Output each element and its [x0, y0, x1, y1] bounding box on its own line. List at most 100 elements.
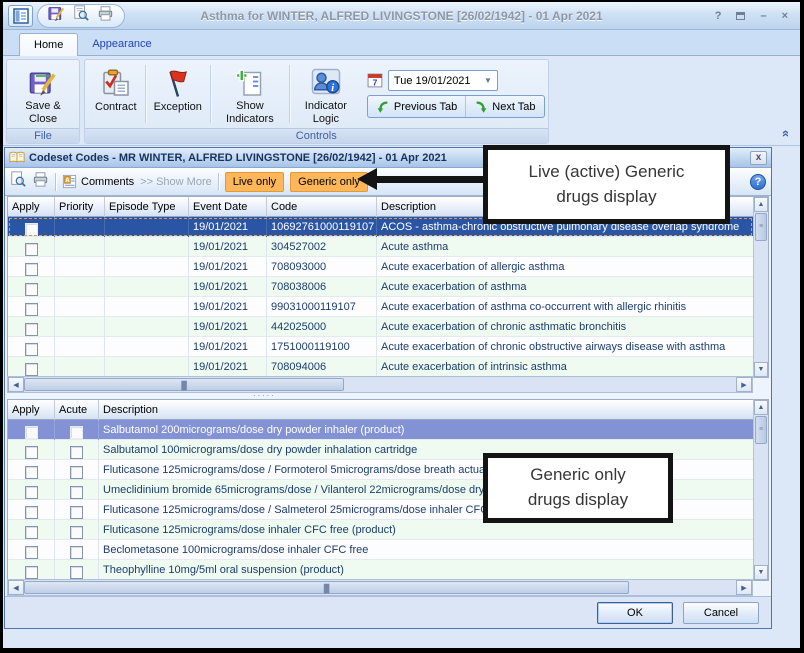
annotation-arrow-head [357, 168, 377, 190]
exception-button[interactable]: Exception [147, 62, 209, 126]
table-row[interactable]: Fluticasone 125micrograms/dose inhaler C… [8, 520, 753, 540]
comments-button[interactable]: A Comments [62, 174, 134, 189]
close-button[interactable]: × [782, 10, 788, 22]
apply-checkbox[interactable] [25, 243, 38, 256]
acute-checkbox[interactable] [70, 546, 83, 559]
table-row[interactable]: Theophylline 10mg/5ml oral suspension (p… [8, 560, 753, 580]
contract-button[interactable]: Contract [88, 62, 144, 126]
ribbon-group-controls: Contract Exception [84, 59, 549, 144]
print-preview-icon [10, 171, 26, 187]
apply-checkbox[interactable] [25, 283, 38, 296]
scroll-down-icon[interactable]: ▼ [754, 362, 768, 377]
column-header[interactable]: Description [99, 400, 753, 420]
scrollbar-thumb[interactable]: ▐▌ [24, 581, 629, 594]
indicator-logic-button[interactable]: i Indicator Logic [291, 62, 361, 126]
scrollbar-track[interactable] [754, 242, 768, 362]
drugs-horizontal-scrollbar[interactable]: ◀ ▐▌ ▶ [7, 579, 753, 596]
codes-vertical-scrollbar[interactable]: ▲ ≡ ▼ [753, 196, 769, 378]
apply-cell [8, 317, 55, 337]
minimize-button[interactable]: – [760, 10, 766, 22]
scroll-up-icon[interactable]: ▲ [754, 400, 768, 415]
acute-checkbox[interactable] [70, 466, 83, 479]
chevron-down-icon: ▼ [484, 76, 492, 85]
scroll-left-icon[interactable]: ◀ [8, 580, 24, 595]
restore-button[interactable] [736, 12, 745, 20]
table-row[interactable]: 19/01/2021304527002Acute asthma [8, 237, 753, 257]
table-row[interactable]: 19/01/2021708094006Acute exacerbation of… [8, 357, 753, 377]
column-header[interactable]: Acute [55, 400, 99, 420]
next-tab-button[interactable]: Next Tab [465, 96, 543, 117]
scroll-right-icon[interactable]: ▶ [736, 580, 752, 595]
apply-checkbox[interactable] [25, 323, 38, 336]
codeset-help-icon[interactable]: ? [750, 174, 766, 190]
column-header[interactable]: Code [267, 197, 377, 217]
scrollbar-track[interactable] [754, 445, 768, 565]
apply-checkbox[interactable] [25, 506, 38, 519]
acute-checkbox[interactable] [70, 446, 83, 459]
scrollbar-thumb[interactable]: ▐▌ [24, 378, 344, 391]
priority-cell [55, 357, 105, 377]
column-header[interactable]: Episode Type [105, 197, 189, 217]
scroll-down-icon[interactable]: ▼ [754, 565, 768, 580]
show-more-button[interactable]: >> Show More [140, 176, 212, 188]
code-cell: 708038006 [267, 277, 377, 297]
scrollbar-thumb[interactable]: ≡ [755, 416, 767, 444]
apply-checkbox[interactable] [25, 343, 38, 356]
show-indicators-button[interactable]: Show Indicators [212, 62, 288, 126]
acute-checkbox[interactable] [70, 426, 83, 439]
scroll-up-icon[interactable]: ▲ [754, 197, 768, 212]
save-close-button[interactable]: Save & Close [10, 62, 76, 126]
apply-checkbox[interactable] [25, 486, 38, 499]
column-header[interactable]: Priority [55, 197, 105, 217]
acute-checkbox[interactable] [70, 566, 83, 579]
codeset-print-preview-button[interactable] [10, 171, 26, 192]
table-row[interactable]: 19/01/2021708038006Acute exacerbation of… [8, 277, 753, 297]
apply-checkbox[interactable] [25, 223, 38, 236]
drugs-vertical-scrollbar[interactable]: ▲ ≡ ▼ [753, 399, 769, 581]
scrollbar-track[interactable] [629, 580, 736, 595]
apply-checkbox[interactable] [25, 466, 38, 479]
live-only-toggle[interactable]: Live only [225, 172, 284, 192]
apply-checkbox[interactable] [25, 426, 38, 439]
printer-icon [97, 5, 114, 21]
scrollbar-thumb[interactable]: ≡ [755, 213, 767, 241]
acute-checkbox[interactable] [70, 506, 83, 519]
app-menu-button[interactable] [8, 5, 33, 27]
column-header[interactable]: Event Date [189, 197, 267, 217]
ok-button[interactable]: OK [597, 602, 673, 624]
table-row[interactable]: Salbutamol 200micrograms/dose dry powder… [8, 420, 753, 440]
tab-home[interactable]: Home [19, 33, 78, 56]
table-row[interactable]: 19/01/202199031000119107Acute exacerbati… [8, 297, 753, 317]
apply-checkbox[interactable] [25, 263, 38, 276]
help-button[interactable]: ? [715, 10, 722, 22]
print-preview-button[interactable] [73, 5, 89, 26]
apply-checkbox[interactable] [25, 526, 38, 539]
consultation-date-picker[interactable]: Tue 19/01/2021 ▼ [388, 70, 498, 91]
acute-checkbox[interactable] [70, 486, 83, 499]
previous-tab-button[interactable]: Previous Tab [368, 96, 465, 117]
codeset-print-button[interactable] [32, 171, 49, 192]
annotation-generic-only: Generic only drugs display [483, 453, 673, 523]
codes-horizontal-scrollbar[interactable]: ◀ ▐▌ ▶ [7, 376, 753, 393]
scroll-left-icon[interactable]: ◀ [8, 377, 24, 392]
acute-checkbox[interactable] [70, 526, 83, 539]
tab-appearance[interactable]: Appearance [78, 33, 165, 55]
table-row[interactable]: 19/01/2021708093000Acute exacerbation of… [8, 257, 753, 277]
scroll-right-icon[interactable]: ▶ [736, 377, 752, 392]
scrollbar-track[interactable] [344, 377, 736, 392]
apply-checkbox[interactable] [25, 446, 38, 459]
save-button[interactable] [48, 5, 65, 27]
cancel-button[interactable]: Cancel [683, 602, 759, 624]
column-header[interactable]: Apply [8, 400, 55, 420]
table-row[interactable]: Beclometasone 100micrograms/dose inhaler… [8, 540, 753, 560]
codeset-close-icon[interactable]: x [750, 151, 767, 165]
apply-checkbox[interactable] [25, 363, 38, 376]
apply-checkbox[interactable] [25, 566, 38, 579]
table-row[interactable]: 19/01/2021442025000Acute exacerbation of… [8, 317, 753, 337]
ribbon-collapse-chevron-icon[interactable]: » [777, 130, 792, 137]
print-button[interactable] [97, 5, 114, 26]
apply-checkbox[interactable] [25, 303, 38, 316]
table-row[interactable]: 19/01/20211751000119100Acute exacerbatio… [8, 337, 753, 357]
apply-checkbox[interactable] [25, 546, 38, 559]
column-header[interactable]: Apply [8, 197, 55, 217]
